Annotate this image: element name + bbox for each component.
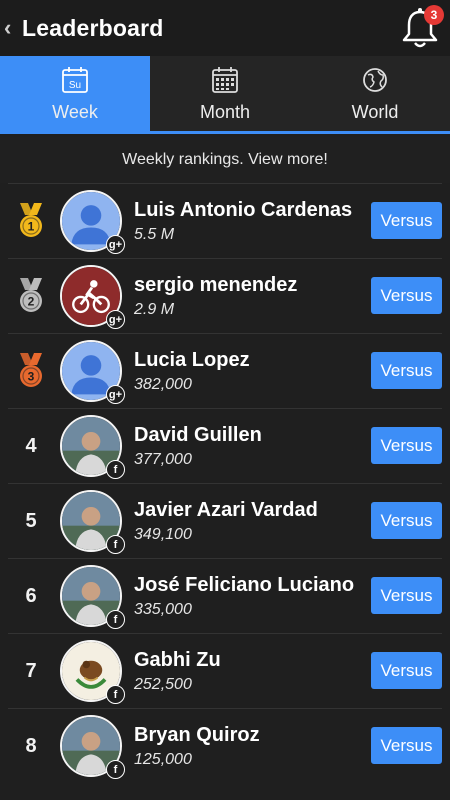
period-tabs: Su Week Month World xyxy=(0,56,450,134)
leaderboard-row[interactable]: 8 f Bryan Quiroz 125,000 Versus xyxy=(8,708,442,783)
google-plus-icon: g+ xyxy=(106,235,125,254)
player-score: 349,100 xyxy=(134,525,192,543)
versus-button[interactable]: Versus xyxy=(371,427,442,464)
facebook-icon: f xyxy=(106,610,125,629)
versus-button[interactable]: Versus xyxy=(371,577,442,614)
rank-number: 7 xyxy=(25,659,37,682)
player-name: sergio menendez xyxy=(134,273,298,296)
player-score: 252,500 xyxy=(134,675,192,693)
leaderboard-row[interactable]: 5 f Javier Azari Vardad 349,100 Versus xyxy=(8,483,442,558)
player-name: David Guillen xyxy=(134,423,262,446)
player-info: Luis Antonio Cardenas 5.5 M xyxy=(134,199,356,244)
player-info: Gabhi Zu 252,500 xyxy=(134,649,356,694)
avatar-container[interactable]: g+ xyxy=(60,190,125,254)
player-info: José Feliciano Luciano 335,000 xyxy=(134,574,356,619)
notification-badge: 3 xyxy=(424,5,444,25)
player-name: Bryan Quiroz xyxy=(134,723,260,746)
versus-button[interactable]: Versus xyxy=(371,277,442,314)
leaderboard-row[interactable]: 7 f Gabhi Zu 252,500 Versus xyxy=(8,633,442,708)
leaderboard-row[interactable]: 3 g+ Lucia Lopez 382,000 Versus xyxy=(8,333,442,408)
avatar-container[interactable]: f xyxy=(60,565,125,629)
tab-month-label: Month xyxy=(199,102,251,122)
versus-button[interactable]: Versus xyxy=(371,652,442,689)
page-title: Leaderboard xyxy=(22,14,164,41)
player-info: sergio menendez 2.9 M xyxy=(134,274,356,319)
tab-week-label: Week xyxy=(52,102,98,122)
versus-button[interactable]: Versus xyxy=(371,502,442,539)
player-score: 2.9 M xyxy=(134,300,175,318)
view-more-link[interactable]: Weekly rankings. View more! xyxy=(0,137,450,183)
tab-world[interactable]: World xyxy=(300,56,450,131)
player-score: 125,000 xyxy=(134,750,192,768)
svg-text:3: 3 xyxy=(28,370,35,384)
google-plus-icon: g+ xyxy=(106,310,125,329)
player-name: Gabhi Zu xyxy=(134,648,221,671)
versus-button[interactable]: Versus xyxy=(371,727,442,764)
rank-number: 5 xyxy=(25,509,37,532)
medal-icon: 1 xyxy=(8,201,54,241)
avatar-container[interactable]: g+ xyxy=(60,340,125,404)
tab-world-label: World xyxy=(351,102,399,122)
player-score: 5.5 M xyxy=(134,225,175,243)
leaderboard-row[interactable]: 6 f José Feliciano Luciano 335,000 Versus xyxy=(8,558,442,633)
facebook-icon: f xyxy=(106,535,125,554)
avatar-container[interactable]: f xyxy=(60,715,125,779)
avatar-container[interactable]: f xyxy=(60,640,125,704)
player-info: Javier Azari Vardad 349,100 xyxy=(134,499,356,544)
player-score: 382,000 xyxy=(134,375,192,393)
player-info: Bryan Quiroz 125,000 xyxy=(134,724,356,769)
leaderboard-row[interactable]: 2 g+ sergio menendez 2.9 M Versus xyxy=(8,258,442,333)
player-name: Javier Azari Vardad xyxy=(134,498,318,521)
player-info: Lucia Lopez 382,000 xyxy=(134,349,356,394)
player-name: Luis Antonio Cardenas xyxy=(134,198,353,221)
versus-button[interactable]: Versus xyxy=(371,202,442,239)
avatar-container[interactable]: g+ xyxy=(60,265,125,329)
medal-icon: 3 xyxy=(8,351,54,391)
avatar-container[interactable]: f xyxy=(60,490,125,554)
rank-number: 4 xyxy=(25,434,37,457)
tab-month[interactable]: Month xyxy=(150,56,300,131)
tab-week[interactable]: Su Week xyxy=(0,56,150,131)
globe-icon xyxy=(363,68,387,92)
rank-number: 8 xyxy=(25,734,37,757)
svg-text:2: 2 xyxy=(28,295,35,309)
svg-text:Su: Su xyxy=(69,80,81,91)
player-name: Lucia Lopez xyxy=(134,348,250,371)
facebook-icon: f xyxy=(106,760,125,779)
calendar-week-icon: Su xyxy=(62,67,88,93)
leaderboard-row[interactable]: 1 g+ Luis Antonio Cardenas 5.5 M Versus xyxy=(8,183,442,258)
calendar-month-icon xyxy=(212,67,238,93)
player-score: 377,000 xyxy=(134,450,192,468)
google-plus-icon: g+ xyxy=(106,385,125,404)
facebook-icon: f xyxy=(106,685,125,704)
leaderboard-list: 1 g+ Luis Antonio Cardenas 5.5 M Versus 2 g+ se… xyxy=(0,183,450,783)
back-icon[interactable]: ‹ xyxy=(4,0,22,56)
facebook-icon: f xyxy=(106,460,125,479)
top-bar: ‹ Leaderboard 3 xyxy=(0,0,450,56)
player-score: 335,000 xyxy=(134,600,192,618)
player-info: David Guillen 377,000 xyxy=(134,424,356,469)
avatar-container[interactable]: f xyxy=(60,415,125,479)
medal-icon: 2 xyxy=(8,276,54,316)
versus-button[interactable]: Versus xyxy=(371,352,442,389)
svg-text:1: 1 xyxy=(28,220,35,234)
player-name: José Feliciano Luciano xyxy=(134,573,355,596)
rank-number: 6 xyxy=(25,584,37,607)
leaderboard-row[interactable]: 4 f David Guillen 377,000 Versus xyxy=(8,408,442,483)
